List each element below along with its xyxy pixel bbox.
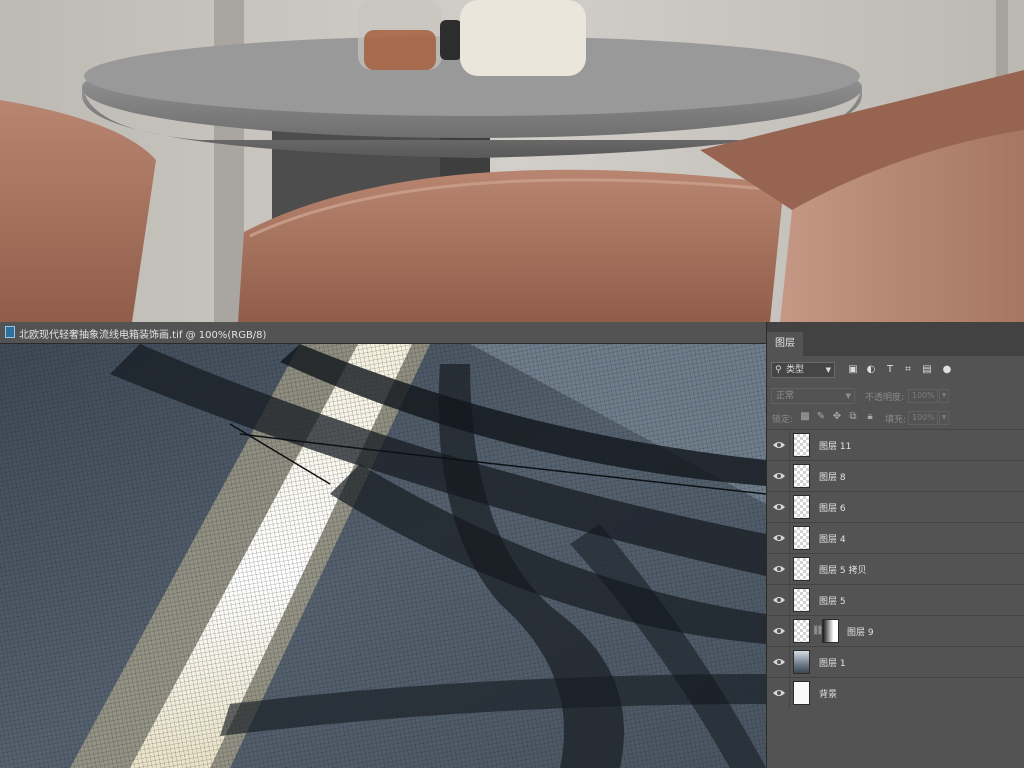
chevron-down-icon: ▼ [825,366,831,374]
layer-name[interactable]: 图层 1 [819,656,846,669]
smart-object-filter-icon[interactable]: ▤ [921,364,933,376]
chevron-down-icon: ▼ [845,392,851,400]
document-tab[interactable]: 北欧现代轻奢抽象流线电箱装饰画.tif @ 100%(RGB/8) [0,322,766,344]
layers-panel: 图层 ⚲ 类型 ▼ ▣ ◐ T ⌗ ▤ ● 正常 ▼ 不透明度: 100% ▼ … [766,322,1024,768]
prevent-autonest-icon[interactable]: ⧉ [847,411,859,423]
row-divider [789,678,790,708]
layer-filter-row: ⚲ 类型 ▼ ▣ ◐ T ⌗ ▤ ● [767,358,1024,384]
layer-name[interactable]: 图层 5 拷贝 [819,563,866,576]
row-divider [789,554,790,584]
row-divider [789,492,790,522]
visibility-eye-icon[interactable] [772,500,786,514]
document-title: 北欧现代轻奢抽象流线电箱装饰画.tif @ 100%(RGB/8) [19,330,267,341]
filter-toggle-icon[interactable]: ● [941,364,953,376]
opacity-label: 不透明度: [865,393,905,403]
visibility-eye-icon[interactable] [772,562,786,576]
layer-name[interactable]: 图层 8 [819,470,846,483]
adjustment-filter-icon[interactable]: ◐ [865,364,877,376]
filter-kind-label: 类型 [786,365,805,375]
blend-opacity-row: 正常 ▼ 不透明度: 100% ▼ [767,386,1024,406]
fill-field[interactable]: 100% [908,411,938,425]
image-filter-icon[interactable]: ▣ [847,364,859,376]
row-divider [789,647,790,677]
layer-row[interactable]: 图层 6 [767,491,1024,522]
opacity-dropdown-icon[interactable]: ▼ [939,389,949,403]
ps-file-icon [5,326,15,338]
filter-kind-select[interactable]: ⚲ 类型 ▼ [771,362,835,378]
layer-row[interactable]: 图层 8 [767,460,1024,491]
layer-row[interactable]: ⛓ 图层 9 [767,615,1024,646]
visibility-eye-icon[interactable] [772,624,786,638]
lock-position-icon[interactable]: ✥ [831,411,843,423]
visibility-eye-icon[interactable] [772,438,786,452]
artwork-canvas[interactable] [0,344,766,768]
layer-name[interactable]: 图层 9 [847,625,874,638]
shape-filter-icon[interactable]: ⌗ [902,364,914,376]
blend-mode-select[interactable]: 正常 ▼ [771,388,855,404]
layer-list: 图层 11 图层 8 图层 6 图层 4 图层 5 拷贝 图层 5 ⛓ 图层 9 图层 1 背景 [767,429,1024,708]
layer-row[interactable]: 图层 5 [767,584,1024,615]
visibility-eye-icon[interactable] [772,686,786,700]
row-divider [789,616,790,646]
lock-all-icon[interactable]: 🔒︎ [864,411,876,423]
preview-photo [0,0,1024,322]
layer-name[interactable]: 图层 11 [819,439,851,452]
layer-thumbnail[interactable] [793,650,810,674]
layer-row[interactable]: 图层 4 [767,522,1024,553]
layer-row[interactable]: 图层 1 [767,646,1024,677]
row-divider [789,461,790,491]
dining-scene-illustration [0,0,1024,322]
layer-thumbnail[interactable] [793,681,810,705]
mask-link-icon[interactable]: ⛓ [812,625,823,637]
layer-name[interactable]: 背景 [819,687,837,700]
type-filter-icon[interactable]: T [884,364,896,376]
layer-thumbnail[interactable] [793,557,810,581]
layer-name[interactable]: 图层 5 [819,594,846,607]
lock-image-pixels-icon[interactable]: ✎ [815,411,827,423]
row-divider [789,430,790,460]
layer-thumbnail[interactable] [793,619,810,643]
lock-fill-row: 锁定: ▩ ✎ ✥ ⧉ 🔒︎ 填充: 100% ▼ [767,408,1024,430]
row-divider [789,585,790,615]
visibility-eye-icon[interactable] [772,593,786,607]
layer-name[interactable]: 图层 6 [819,501,846,514]
layer-row[interactable]: 背景 [767,677,1024,708]
layer-mask-thumbnail[interactable] [822,619,839,643]
layer-row[interactable]: 图层 5 拷贝 [767,553,1024,584]
layer-thumbnail[interactable] [793,495,810,519]
fill-label: 填充: [885,415,907,425]
visibility-eye-icon[interactable] [772,469,786,483]
tab-layers[interactable]: 图层 [767,332,803,356]
layer-thumbnail[interactable] [793,464,810,488]
lock-transparent-pixels-icon[interactable]: ▩ [799,411,811,423]
layer-thumbnail[interactable] [793,526,810,550]
panel-tab-bar: 图层 [767,322,1024,356]
visibility-eye-icon[interactable] [772,531,786,545]
layer-name[interactable]: 图层 4 [819,532,846,545]
search-icon: ⚲ [775,365,782,375]
layer-thumbnail[interactable] [793,433,810,457]
visibility-eye-icon[interactable] [772,655,786,669]
blend-mode-value: 正常 [776,391,795,401]
abstract-ribbon-artwork [0,344,766,768]
lock-label: 锁定: [772,415,794,425]
opacity-field[interactable]: 100% [908,389,938,403]
fill-dropdown-icon[interactable]: ▼ [939,411,949,425]
row-divider [789,523,790,553]
layer-thumbnail[interactable] [793,588,810,612]
layer-row[interactable]: 图层 11 [767,429,1024,460]
